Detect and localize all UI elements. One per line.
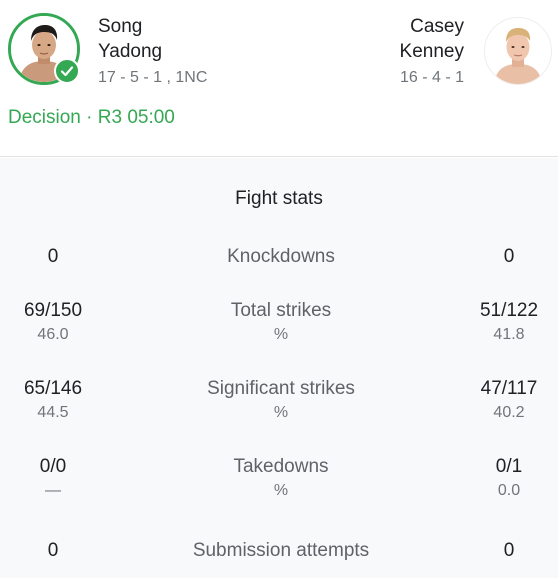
stat-label-cell: Total strikes % [150, 298, 412, 346]
fighter-left-name[interactable]: Song Yadong [98, 14, 162, 64]
stat-left: 0 [0, 244, 106, 270]
stat-right-value: 0/1 [495, 456, 523, 477]
stat-right-value: 0 [503, 540, 515, 561]
stat-label: Takedowns [233, 456, 329, 477]
stat-left-value: 65/146 [23, 378, 83, 399]
stat-row-significant-strikes: 65/146 44.5 Significant strikes % 47/117… [0, 376, 558, 426]
fight-stats-title: Fight stats [235, 188, 323, 209]
fighter-right-first-name[interactable]: Casey [400, 14, 464, 39]
stat-right: 0 [456, 244, 558, 270]
fighter-left-first-name[interactable]: Song [98, 14, 162, 39]
result-method: Decision [8, 107, 81, 128]
stat-label-cell: Takedowns % [150, 454, 412, 502]
stat-right-percent: 40.2 [493, 404, 525, 421]
stat-left: 0/0 — [0, 454, 106, 502]
stat-left: 69/150 46.0 [0, 298, 106, 346]
stat-left-value: 0 [47, 540, 59, 561]
stat-right: 0/1 0.0 [456, 454, 558, 502]
stat-unit: % [273, 482, 289, 499]
fighter-right-last-name[interactable]: Kenney [400, 39, 464, 64]
result-separator: · [86, 107, 93, 128]
stat-left: 0 [0, 538, 106, 564]
stat-right-value: 0 [503, 246, 515, 267]
stat-left-value: 69/150 [23, 300, 83, 321]
stat-left-value: 0 [47, 246, 59, 267]
stat-label: Submission attempts [192, 540, 370, 561]
fighter-right-record: 16 - 4 - 1 [399, 69, 464, 86]
stat-left: 65/146 44.5 [0, 376, 106, 424]
checkmark-icon [60, 66, 74, 77]
stat-label-cell: Submission attempts [150, 538, 412, 564]
stat-label-cell: Significant strikes % [150, 376, 412, 424]
result-time: R3 05:00 [97, 107, 175, 128]
stat-label: Total strikes [230, 300, 332, 321]
fighter-right-portrait [485, 18, 551, 84]
stat-row-submission-attempts: 0 Submission attempts 0 [0, 538, 558, 578]
stat-right-value: 47/117 [480, 378, 538, 399]
stat-row-total-strikes: 69/150 46.0 Total strikes % 51/122 41.8 [0, 298, 558, 348]
stat-label: Knockdowns [227, 246, 335, 267]
stat-left-percent: 46.0 [37, 326, 69, 343]
stat-row-knockdowns: 0 Knockdowns 0 [0, 244, 558, 294]
fighter-left-last-name[interactable]: Yadong [98, 39, 162, 64]
stat-left-value: 0/0 [39, 456, 67, 477]
stat-left-percent: — [45, 482, 61, 499]
stat-right-percent: 0.0 [497, 482, 521, 499]
stat-right: 47/117 40.2 [456, 376, 558, 424]
stat-right-value: 51/122 [479, 300, 539, 321]
stat-row-takedowns: 0/0 — Takedowns % 0/1 0.0 [0, 454, 558, 504]
fight-stats-panel: Fight stats 0 Knockdowns 0 69/150 46.0 T… [0, 158, 558, 578]
fighter-right-avatar[interactable] [484, 17, 552, 85]
stat-right: 51/122 41.8 [456, 298, 558, 346]
stat-right: 0 [456, 538, 558, 564]
fight-header: Song Yadong 17 - 5 - 1 , 1NC Casey Kenne… [0, 0, 558, 157]
stat-right-percent: 41.8 [493, 326, 525, 343]
fight-result: Decision · R3 05:00 [8, 107, 175, 129]
stat-unit: % [273, 404, 289, 421]
stat-label-cell: Knockdowns [150, 244, 412, 270]
fighter-left-record: 17 - 5 - 1 , 1NC [98, 69, 208, 86]
stat-unit: % [273, 326, 289, 343]
stat-left-percent: 44.5 [37, 404, 69, 421]
stat-label: Significant strikes [207, 378, 355, 399]
fighter-right-name[interactable]: Casey Kenney [400, 14, 464, 64]
winner-badge [54, 58, 80, 84]
